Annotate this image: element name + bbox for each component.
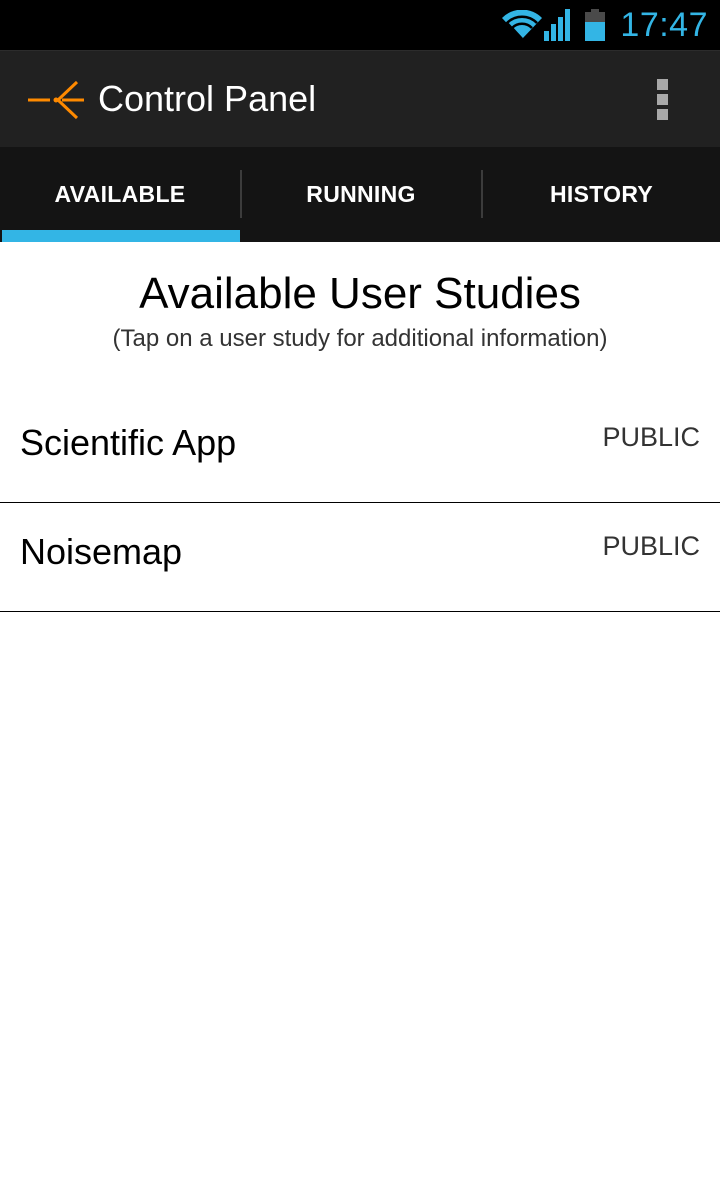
tab-label: HISTORY [549,181,654,207]
action-bar: Control Panel [0,50,720,147]
tab-history[interactable]: HISTORY [483,147,720,242]
tab-available[interactable]: AVAILABLE [0,147,240,242]
status-clock: 17:47 [620,5,708,44]
page-title: Available User Studies [139,269,581,318]
app-title: Control Panel [98,78,317,119]
study-access-label: PUBLIC [602,531,700,561]
antenna-logo-icon[interactable] [28,79,86,126]
tab-running[interactable]: RUNNING [242,147,480,242]
tab-label: RUNNING [306,181,416,207]
tab-bar: AVAILABLE RUNNING HISTORY [0,147,720,242]
study-list-item[interactable]: Scientific App PUBLIC [0,394,720,503]
status-icons: 17:47 [502,0,708,50]
battery-icon [572,9,606,41]
page-subtitle: (Tap on a user study for additional info… [112,325,608,352]
wifi-icon [502,10,543,40]
status-bar: 17:47 [0,0,720,50]
study-list-item[interactable]: Noisemap PUBLIC [0,503,720,612]
selected-tab-indicator [2,230,240,242]
overflow-menu-icon[interactable] [646,77,680,121]
study-access-label: PUBLIC [602,422,700,452]
cell-signal-icon [542,9,572,41]
tab-label: AVAILABLE [54,181,186,207]
study-name: Scientific App [20,422,237,463]
study-name: Noisemap [20,531,183,572]
